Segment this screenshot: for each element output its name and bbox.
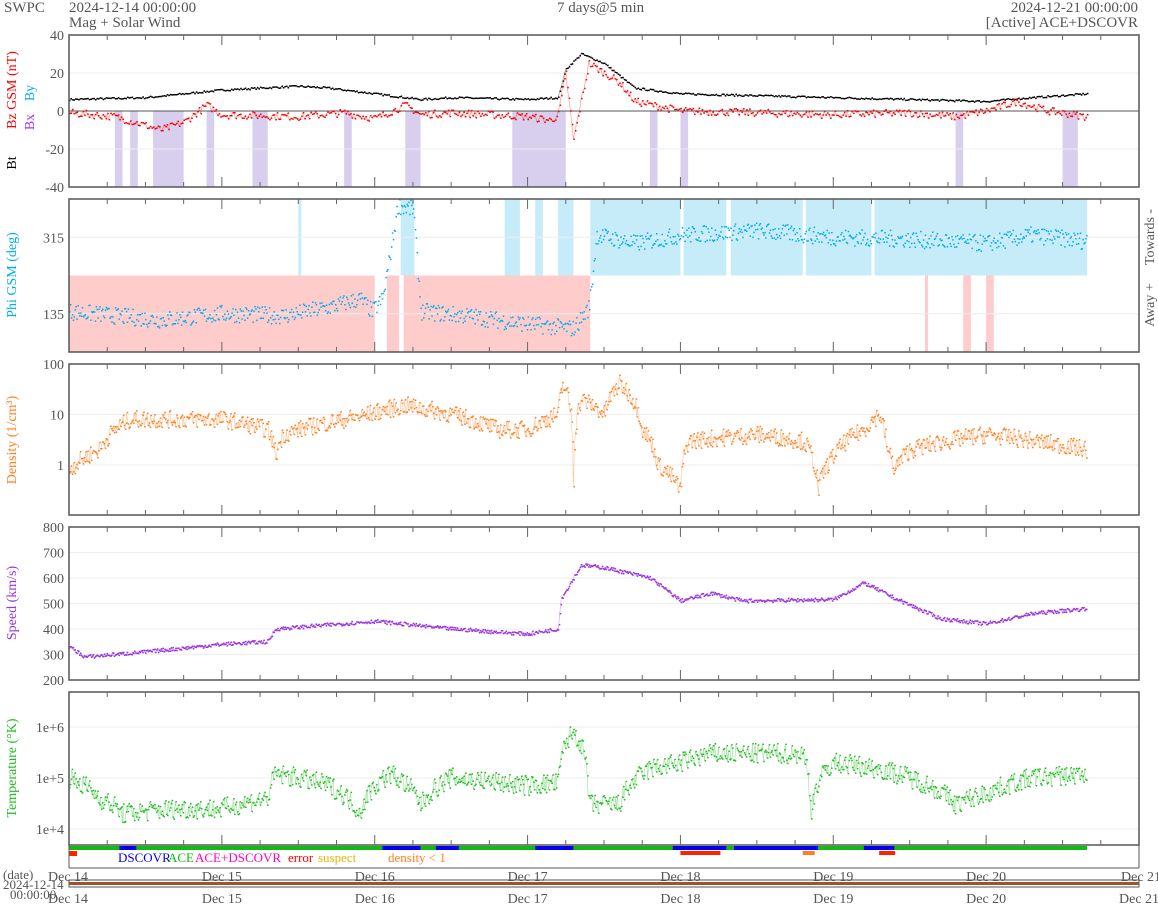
x-axis-label-bottom: Dec 17: [508, 892, 548, 905]
temperature-points: [69, 726, 1088, 824]
density-points: [69, 374, 1088, 496]
x-axis-label-bottom: Dec 21: [1119, 892, 1158, 905]
legend-ace-dscovr: ACE+DSCOVR: [195, 850, 281, 865]
bt-line: [68, 53, 1088, 103]
y-tick-label: 20: [50, 67, 64, 82]
away-label: Away +: [1143, 283, 1158, 327]
error-flag: [879, 851, 896, 855]
temperature-axis-label: Temperature (°K): [5, 718, 20, 817]
error-flag: [69, 851, 77, 856]
y-tick-label: 0: [57, 105, 64, 120]
x-axis-label-bottom: Dec 19: [813, 892, 853, 905]
towards-label: Towards -: [1143, 209, 1158, 266]
error-flag: [680, 851, 721, 855]
density-flag: [802, 851, 815, 855]
y-tick-label: 300: [43, 649, 64, 664]
legend-suspect: suspect: [318, 850, 357, 865]
time-start-label: 00:00:00: [10, 887, 56, 902]
y-tick-label: 1e+4: [36, 823, 64, 838]
y-tick-label: 1: [57, 459, 64, 474]
y-tick-label: 1e+5: [36, 772, 64, 787]
y-tick-label: 10: [50, 409, 64, 424]
y-tick-label: -20: [45, 143, 64, 158]
x-axis-label: Dec 17: [508, 870, 548, 885]
speed-axis-label: Speed (km/s): [5, 566, 20, 641]
density-panel-frame: [68, 363, 1140, 516]
temperature-panel-frame: [68, 691, 1140, 846]
legend-error: error: [288, 850, 314, 865]
by-axis-label: By: [23, 85, 38, 101]
y-tick-label: -40: [45, 181, 64, 196]
y-tick-label: 200: [43, 674, 64, 689]
y-tick-label: 600: [43, 572, 64, 587]
x-axis-label-bottom: Dec 16: [355, 892, 395, 905]
phi-axis-label: Phi GSM (deg): [5, 232, 20, 318]
x-axis-label: Dec 21: [1121, 870, 1158, 885]
bt-axis-label: Bt: [5, 156, 20, 169]
x-axis-label-bottom: Dec 20: [966, 892, 1006, 905]
bt-points: [69, 52, 1089, 103]
legend-dscovr: DSCOVR: [118, 850, 171, 865]
y-tick-label: 400: [43, 623, 64, 638]
temperature-line: [68, 727, 1087, 824]
density-axis-label: Density (1/cm³): [5, 395, 20, 484]
solar-wind-chart: 40200-20-40BtBz GSM (nT) BxBy315135Phi GS…: [3, 29, 1158, 905]
bx-axis-label: Bx: [23, 114, 38, 130]
y-tick-label: 100: [43, 358, 64, 373]
y-tick-label: 135: [43, 308, 64, 323]
legend-ace: ACE: [168, 850, 194, 865]
x-axis-label: Dec 19: [813, 870, 853, 885]
x-axis-label: Dec 18: [660, 870, 700, 885]
y-tick-label: 700: [43, 547, 64, 562]
x-axis-label: Dec 20: [966, 870, 1006, 885]
y-tick-label: 800: [43, 521, 64, 536]
density-line: [68, 375, 1087, 496]
y-tick-label: 500: [43, 598, 64, 613]
x-axis-label: Dec 16: [355, 870, 395, 885]
y-tick-label: 1e+6: [36, 721, 64, 736]
y-tick-label: 40: [50, 29, 64, 44]
bz-axis-label: Bz GSM (nT): [5, 51, 20, 129]
x-axis-label: Dec 15: [202, 870, 242, 885]
x-axis-label-bottom: Dec 18: [660, 892, 700, 905]
legend-density-: density < 1: [388, 850, 446, 865]
x-axis-label-bottom: Dec 15: [202, 892, 242, 905]
y-tick-label: 315: [43, 231, 64, 246]
